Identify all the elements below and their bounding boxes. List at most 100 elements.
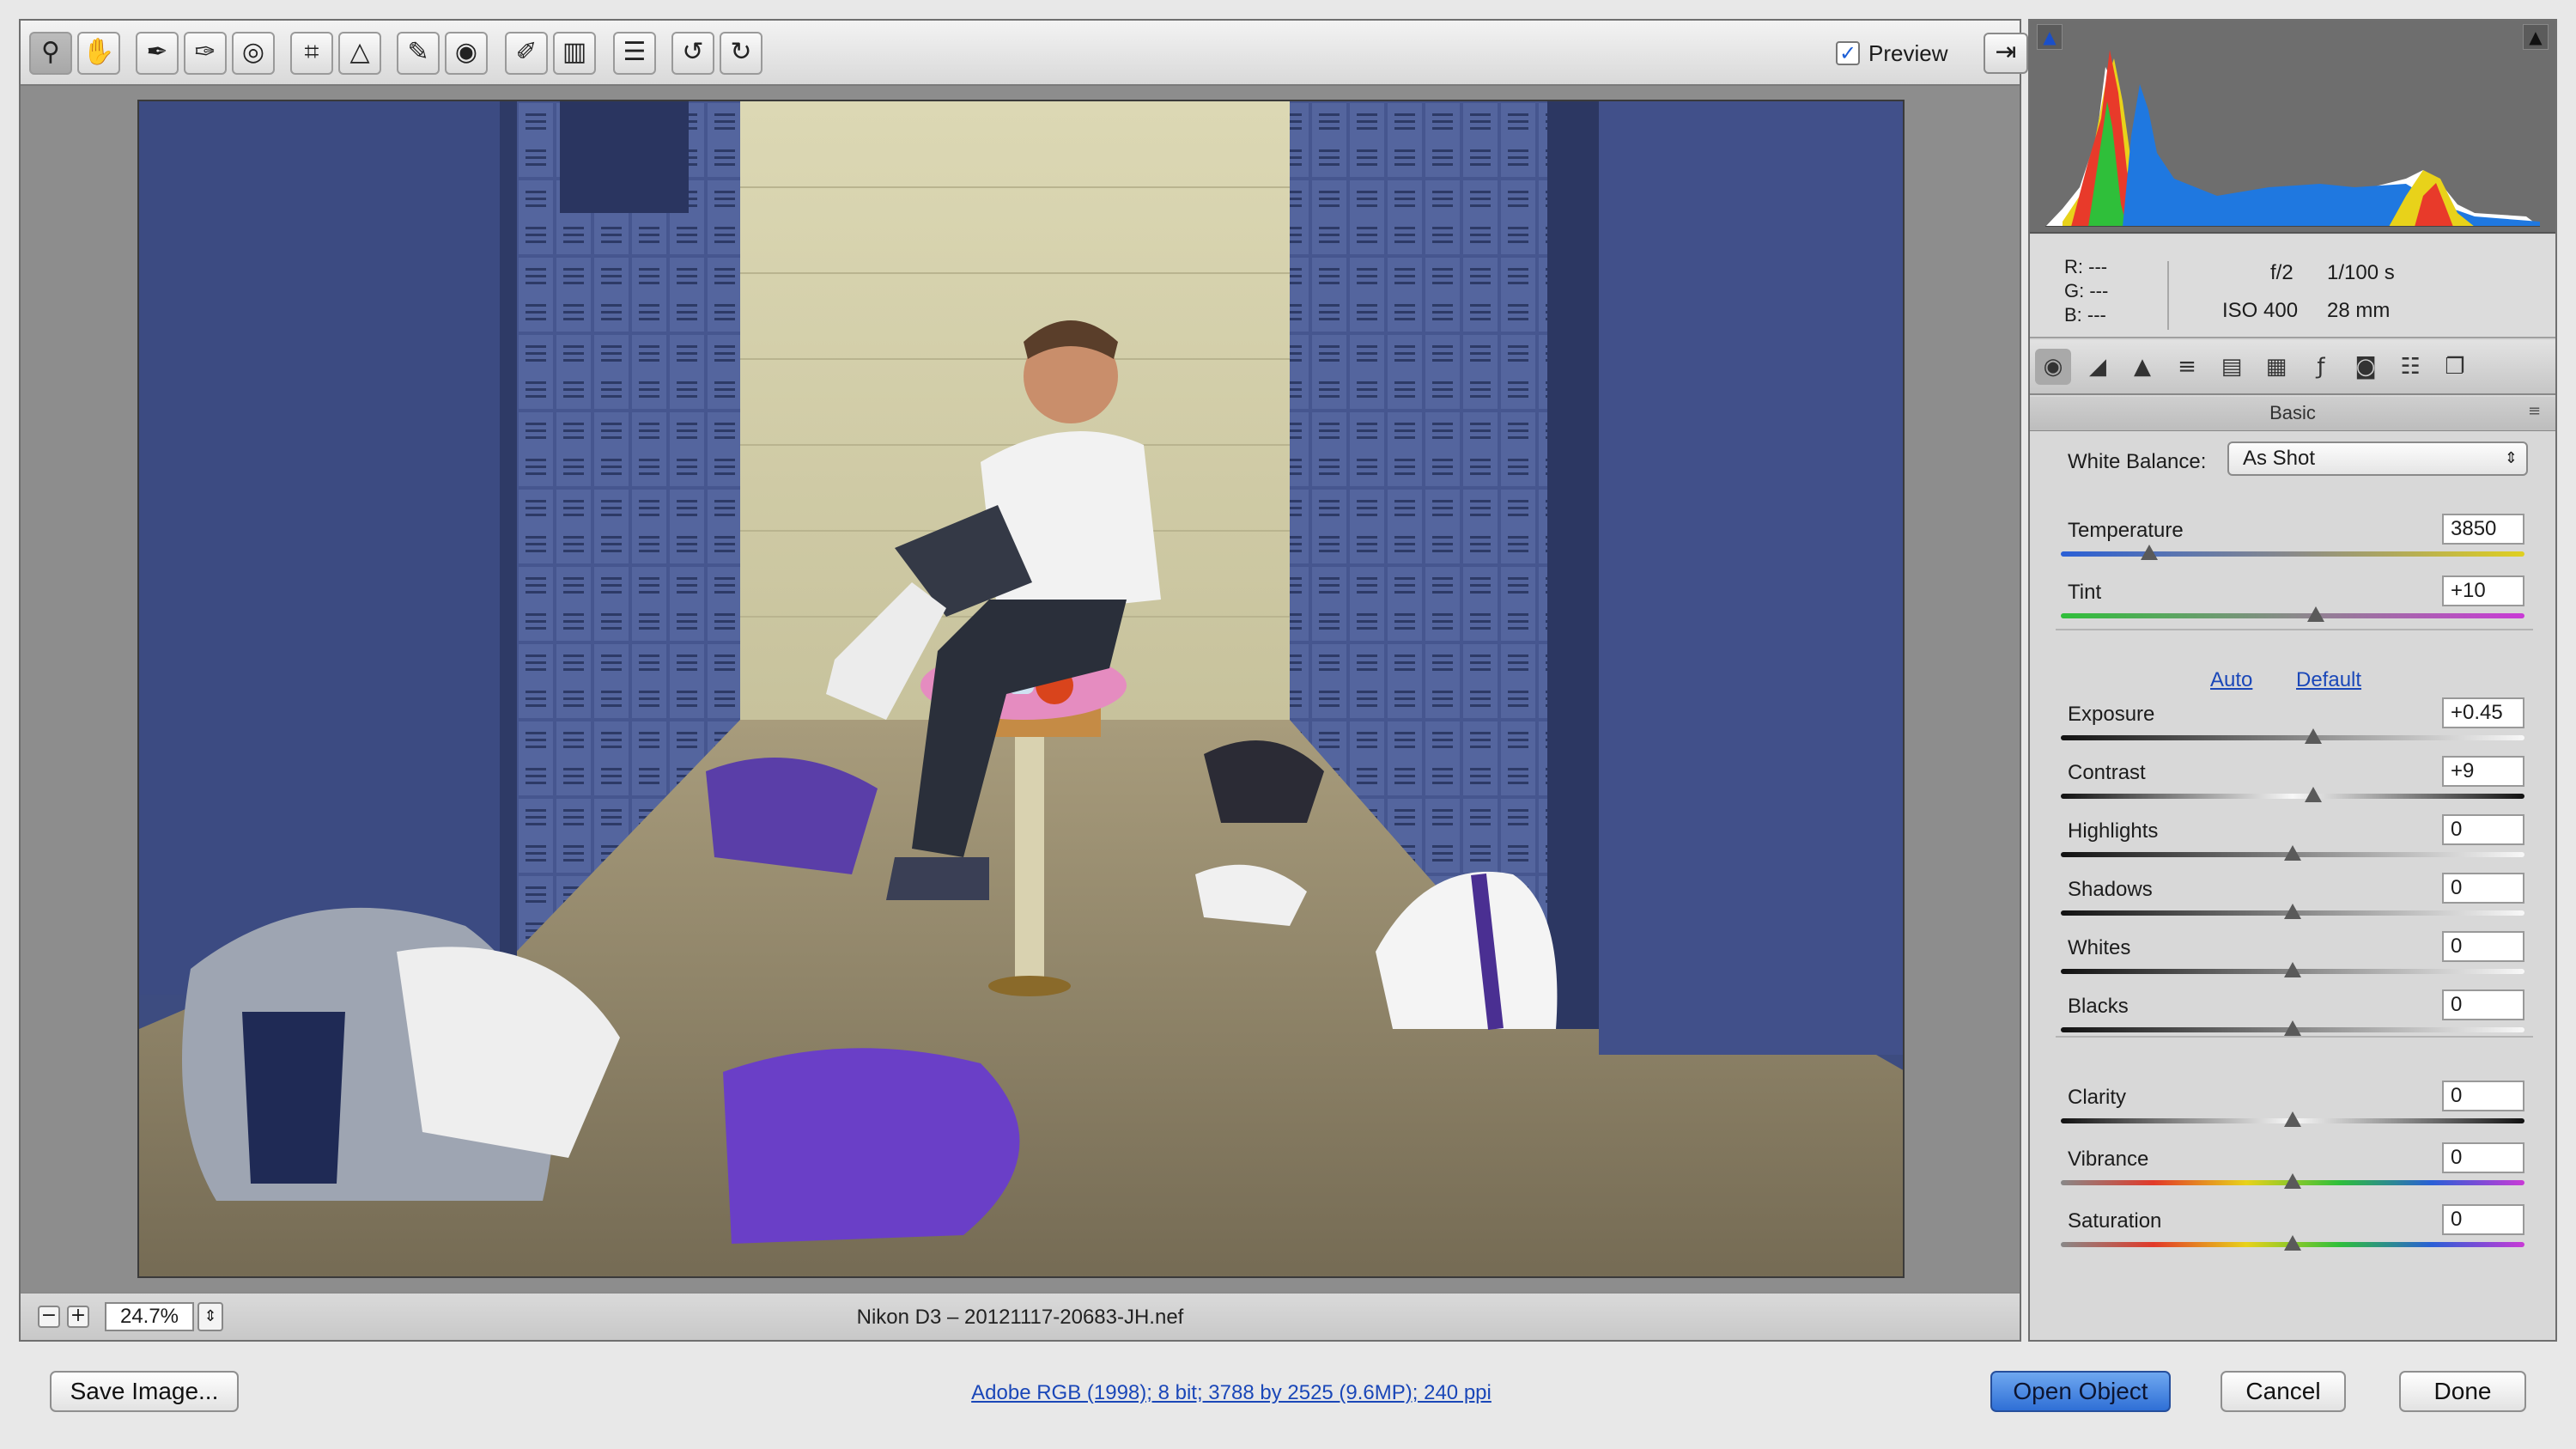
exposure-value-field[interactable]: +0.45	[2442, 697, 2524, 728]
whites-slider[interactable]: Whites 0	[2061, 931, 2524, 988]
fullscreen-icon[interactable]: ⇥	[1984, 33, 2028, 74]
shadows-label: Shadows	[2068, 878, 2153, 901]
vibrance-value-field[interactable]: 0	[2442, 1142, 2524, 1173]
tool-bar: ⚲ ✋ ✒ ✑ ◎ ⌗ △ ✎ ◉ ✐ ▥ ☰ ↺ ↻ ✓ Preview ⇥	[21, 21, 2028, 86]
open-object-button[interactable]: Open Object	[1990, 1371, 2171, 1412]
cancel-button[interactable]: Cancel	[2221, 1371, 2346, 1412]
targeted-adjustment-tool-icon[interactable]: ◎	[232, 32, 275, 75]
preview-toggle[interactable]: ✓ Preview	[1836, 36, 1947, 70]
done-button[interactable]: Done	[2399, 1371, 2526, 1412]
locker-room-photo	[139, 101, 1903, 1276]
adjustment-brush-tool-icon[interactable]: ✐	[505, 32, 548, 75]
tint-label: Tint	[2068, 581, 2102, 604]
divider	[2056, 1036, 2533, 1038]
camera-raw-dialog: ⚲ ✋ ✒ ✑ ◎ ⌗ △ ✎ ◉ ✐ ▥ ☰ ↺ ↻ ✓ Preview ⇥	[0, 0, 2576, 1449]
highlights-label: Highlights	[2068, 819, 2159, 843]
auto-link[interactable]: Auto	[2210, 668, 2252, 692]
preview-label: Preview	[1868, 40, 1948, 66]
temperature-track[interactable]	[2061, 551, 2524, 557]
red-readout: R: ---	[2064, 256, 2108, 277]
spot-removal-tool-icon[interactable]: ✎	[397, 32, 440, 75]
blue-readout: B: ---	[2064, 304, 2106, 326]
tint-slider[interactable]: Tint +10	[2061, 575, 2524, 632]
info-divider	[2167, 261, 2169, 330]
highlights-thumb[interactable]	[2284, 845, 2301, 861]
white-balance-value: As Shot	[2243, 447, 2316, 470]
tab-camera-calibration-icon[interactable]: ◙	[2348, 349, 2384, 385]
tab-lens-corrections-icon[interactable]: ▦	[2258, 349, 2294, 385]
histogram: ▲ ▲	[2030, 21, 2555, 234]
tab-effects-icon[interactable]: ƒ	[2303, 349, 2339, 385]
highlights-slider[interactable]: Highlights 0	[2061, 814, 2524, 871]
temperature-slider[interactable]: Temperature 3850	[2061, 514, 2524, 570]
clarity-label: Clarity	[2068, 1086, 2127, 1109]
whites-value-field[interactable]: 0	[2442, 931, 2524, 962]
blacks-value-field[interactable]: 0	[2442, 989, 2524, 1020]
rotate-right-icon[interactable]: ↻	[720, 32, 762, 75]
contrast-track[interactable]	[2061, 794, 2524, 799]
exposure-slider[interactable]: Exposure +0.45	[2061, 697, 2524, 754]
contrast-slider[interactable]: Contrast +9	[2061, 756, 2524, 813]
saturation-thumb[interactable]	[2284, 1235, 2301, 1251]
file-name-label: Nikon D3 – 20121117-20683-JH.nef	[856, 1306, 1184, 1329]
blacks-slider[interactable]: Blacks 0	[2061, 989, 2524, 1046]
saturation-value-field[interactable]: 0	[2442, 1204, 2524, 1235]
tab-tone-curve-icon[interactable]: ◢	[2080, 349, 2116, 385]
image-info: R: --- G: --- B: --- f/2 1/100 s ISO 400…	[2030, 235, 2555, 338]
focal-length-readout: 28 mm	[2327, 299, 2391, 322]
tab-hsl-icon[interactable]: ≡	[2169, 349, 2205, 385]
contrast-thumb[interactable]	[2305, 787, 2323, 802]
straighten-tool-icon[interactable]: △	[338, 32, 381, 75]
tint-thumb[interactable]	[2307, 606, 2324, 622]
rotate-left-icon[interactable]: ↺	[671, 32, 714, 75]
temperature-value-field[interactable]: 3850	[2442, 514, 2524, 545]
photo-preview[interactable]	[137, 100, 1905, 1278]
divider	[2056, 629, 2533, 630]
highlights-value-field[interactable]: 0	[2442, 814, 2524, 845]
color-sampler-tool-icon[interactable]: ✑	[184, 32, 227, 75]
contrast-label: Contrast	[2068, 761, 2146, 784]
shadows-thumb[interactable]	[2284, 904, 2301, 919]
exposure-track[interactable]	[2061, 735, 2524, 740]
green-readout: G: ---	[2064, 280, 2109, 301]
clarity-value-field[interactable]: 0	[2442, 1081, 2524, 1111]
clarity-thumb[interactable]	[2284, 1111, 2301, 1127]
shadows-value-field[interactable]: 0	[2442, 873, 2524, 904]
temperature-thumb[interactable]	[2140, 545, 2158, 560]
shadows-slider[interactable]: Shadows 0	[2061, 873, 2524, 929]
contrast-value-field[interactable]: +9	[2442, 756, 2524, 787]
preferences-icon[interactable]: ☰	[613, 32, 656, 75]
preview-checkbox[interactable]: ✓	[1836, 41, 1860, 65]
tint-track[interactable]	[2061, 613, 2524, 618]
whites-label: Whites	[2068, 936, 2131, 959]
tint-value-field[interactable]: +10	[2442, 575, 2524, 606]
saturation-slider[interactable]: Saturation 0	[2061, 1204, 2524, 1261]
whites-thumb[interactable]	[2284, 962, 2301, 977]
tab-presets-icon[interactable]: ☷	[2392, 349, 2428, 385]
tab-basic-icon[interactable]: ◉	[2035, 349, 2071, 385]
clarity-slider[interactable]: Clarity 0	[2061, 1081, 2524, 1137]
temperature-label: Temperature	[2068, 519, 2184, 542]
tab-split-toning-icon[interactable]: ▤	[2214, 349, 2250, 385]
white-balance-select[interactable]: As Shot ⇕	[2227, 441, 2528, 476]
exposure-thumb[interactable]	[2305, 728, 2323, 744]
blacks-label: Blacks	[2068, 995, 2129, 1018]
default-link[interactable]: Default	[2296, 668, 2361, 692]
panel-menu-icon[interactable]: ≡	[2528, 402, 2545, 421]
graduated-filter-tool-icon[interactable]: ▥	[553, 32, 596, 75]
crop-tool-icon[interactable]: ⌗	[290, 32, 333, 75]
status-bar: − + 24.7% ⇕ Nikon D3 – 20121117-20683-JH…	[21, 1292, 2020, 1340]
tab-detail-icon[interactable]: ▲	[2124, 349, 2160, 385]
select-arrows-icon: ⇕	[2504, 449, 2518, 467]
tab-snapshots-icon[interactable]: ❐	[2437, 349, 2473, 385]
blacks-thumb[interactable]	[2284, 1020, 2301, 1036]
white-balance-tool-icon[interactable]: ✒	[136, 32, 179, 75]
vibrance-slider[interactable]: Vibrance 0	[2061, 1142, 2524, 1199]
hand-tool-icon[interactable]: ✋	[77, 32, 120, 75]
saturation-label: Saturation	[2068, 1209, 2162, 1233]
adjustments-panel: ▲ ▲ R: --- G: --- B: --- f/2 1/100 s ISO…	[2028, 19, 2557, 1342]
zoom-tool-icon[interactable]: ⚲	[29, 32, 72, 75]
vibrance-thumb[interactable]	[2284, 1173, 2301, 1189]
red-eye-tool-icon[interactable]: ◉	[445, 32, 488, 75]
panel-tabs: ◉ ◢ ▲ ≡ ▤ ▦ ƒ ◙ ☷ ❐	[2030, 340, 2555, 395]
